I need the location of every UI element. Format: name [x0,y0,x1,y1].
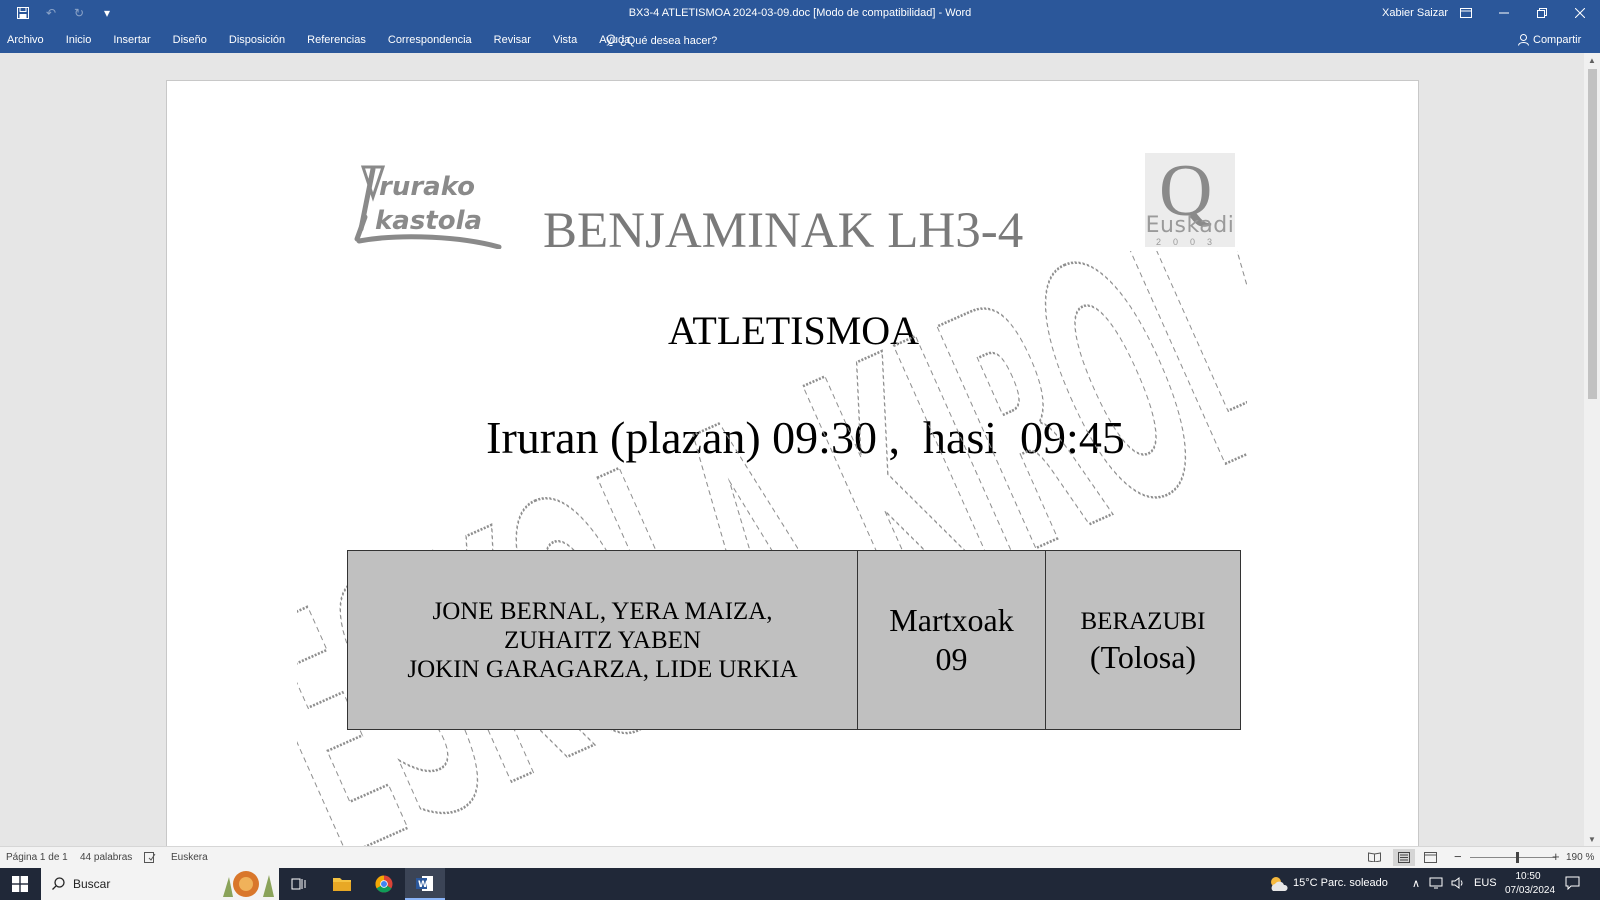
tab-insertar[interactable]: Insertar [102,34,161,46]
taskbar-search-box[interactable]: Buscar [41,868,279,900]
location-town: (Tolosa) [1089,639,1197,675]
read-mode-icon[interactable] [1368,852,1381,865]
user-name[interactable]: Xabier Saizar [1382,7,1448,19]
tab-revisar[interactable]: Revisar [483,34,542,46]
title-bar: ↶ ↻ ▾ BX3-4 ATLETISMOA 2024-03-09.doc [M… [0,0,1600,27]
person-icon [1518,34,1529,46]
weather-text[interactable]: 15°C Parc. soleado [1293,877,1388,889]
status-bar: Página 1 de 1 44 palabras Euskera − + 19… [0,846,1600,868]
lightbulb-icon [606,34,616,46]
scroll-thumb[interactable] [1588,69,1597,399]
tab-vista[interactable]: Vista [542,34,588,46]
zoom-slider-handle[interactable] [1516,852,1519,863]
participants-line-3: JOKIN GARAGARZA, LIDE URKIA [407,655,798,683]
svg-text:kastola: kastola [375,206,482,236]
ribbon-display-options-icon[interactable] [1448,3,1484,23]
q-euskadi-year: 2003 [1155,237,1225,247]
input-language[interactable]: EUS [1474,877,1497,889]
file-explorer-icon[interactable] [322,868,362,900]
clock[interactable]: 10:50 07/03/2024 [1505,870,1556,898]
document-area[interactable]: rurako kastola Q Euskadi 2003 BENJAMINAK… [0,53,1584,846]
document-page[interactable]: rurako kastola Q Euskadi 2003 BENJAMINAK… [166,80,1419,846]
weather-icon[interactable] [1268,875,1288,895]
tab-inicio[interactable]: Inicio [55,34,103,46]
q-euskadi-logo: Q Euskadi 2003 [1145,150,1235,247]
zoom-out-icon[interactable]: − [1454,849,1462,864]
ribbon-tabs: Archivo Inicio Insertar Diseño Disposici… [0,27,1600,53]
participants-line-2: ZUHAITZ YABEN [504,626,701,654]
word-taskbar-icon[interactable]: W [405,868,445,900]
restore-button[interactable] [1524,3,1560,23]
windows-start-icon[interactable] [0,868,40,900]
clock-date: 07/03/2024 [1505,885,1556,896]
taskbar: Buscar W 15°C Parc. soleado ∧ EUS 10:50 … [0,868,1600,900]
task-view-icon[interactable] [279,868,319,900]
irurako-ikastola-logo: rurako kastola [354,165,502,249]
scroll-up-icon[interactable]: ▲ [1584,53,1600,67]
tab-archivo[interactable]: Archivo [0,34,55,46]
window-title: BX3-4 ATLETISMOA 2024-03-09.doc [Modo de… [628,7,972,19]
scroll-down-icon[interactable]: ▼ [1584,832,1600,846]
search-placeholder: Buscar [73,877,111,891]
notifications-icon[interactable] [1565,876,1580,893]
q-euskadi-name: Euskadi [1145,213,1235,238]
date-cell: Martxoak 09 [857,550,1046,730]
share-button[interactable]: Compartir [1518,34,1581,46]
tab-diseno[interactable]: Diseño [162,34,218,46]
tell-me-box[interactable]: ¿Qué desea hacer? [606,34,717,47]
volume-icon[interactable] [1451,877,1465,892]
clock-time: 10:50 [1515,871,1541,882]
share-label: Compartir [1533,34,1582,46]
zoom-in-icon[interactable]: + [1552,849,1560,864]
language-indicator[interactable]: Euskera [171,852,208,863]
vertical-scrollbar[interactable]: ▲ ▼ [1584,53,1600,846]
tell-me-label: ¿Qué desea hacer? [620,34,718,47]
network-icon[interactable] [1429,877,1443,892]
sport-heading: ATLETISMOA [667,308,920,353]
search-icon [52,877,65,890]
tab-referencias[interactable]: Referencias [296,34,377,46]
search-highlight-icon [223,871,274,897]
chrome-icon[interactable] [364,868,404,900]
page-count[interactable]: Página 1 de 1 [6,852,68,863]
location-name: BERAZUBI [1080,608,1206,635]
participants-cell: JONE BERNAL, YERA MAIZA, ZUHAITZ YABEN J… [347,550,858,730]
tab-disposicion[interactable]: Disposición [218,34,296,46]
participants-line-1: JONE BERNAL, YERA MAIZA, [432,597,773,625]
print-layout-icon[interactable] [1393,849,1415,866]
close-button[interactable] [1562,3,1598,23]
category-heading: BENJAMINAK LH3-4 [543,203,1024,259]
minimize-button[interactable] [1486,3,1522,23]
date-day: 09 [935,641,968,677]
zoom-slider[interactable] [1470,857,1556,858]
svg-text:rurako: rurako [379,172,475,202]
svg-text:W: W [418,880,428,890]
proofing-icon[interactable] [144,852,156,866]
participants-table: JONE BERNAL, YERA MAIZA, ZUHAITZ YABEN J… [347,550,1241,730]
location-cell: BERAZUBI (Tolosa) [1045,550,1241,730]
date-month: Martxoak [889,602,1014,638]
tab-correspondencia[interactable]: Correspondencia [377,34,483,46]
zoom-level[interactable]: 190 % [1566,852,1594,863]
meeting-time-heading: Iruran (plazan) 09:30 , hasi 09:45 [486,412,1125,463]
word-count[interactable]: 44 palabras [80,852,132,863]
web-layout-icon[interactable] [1424,852,1437,866]
show-hidden-icons[interactable]: ∧ [1412,877,1420,890]
